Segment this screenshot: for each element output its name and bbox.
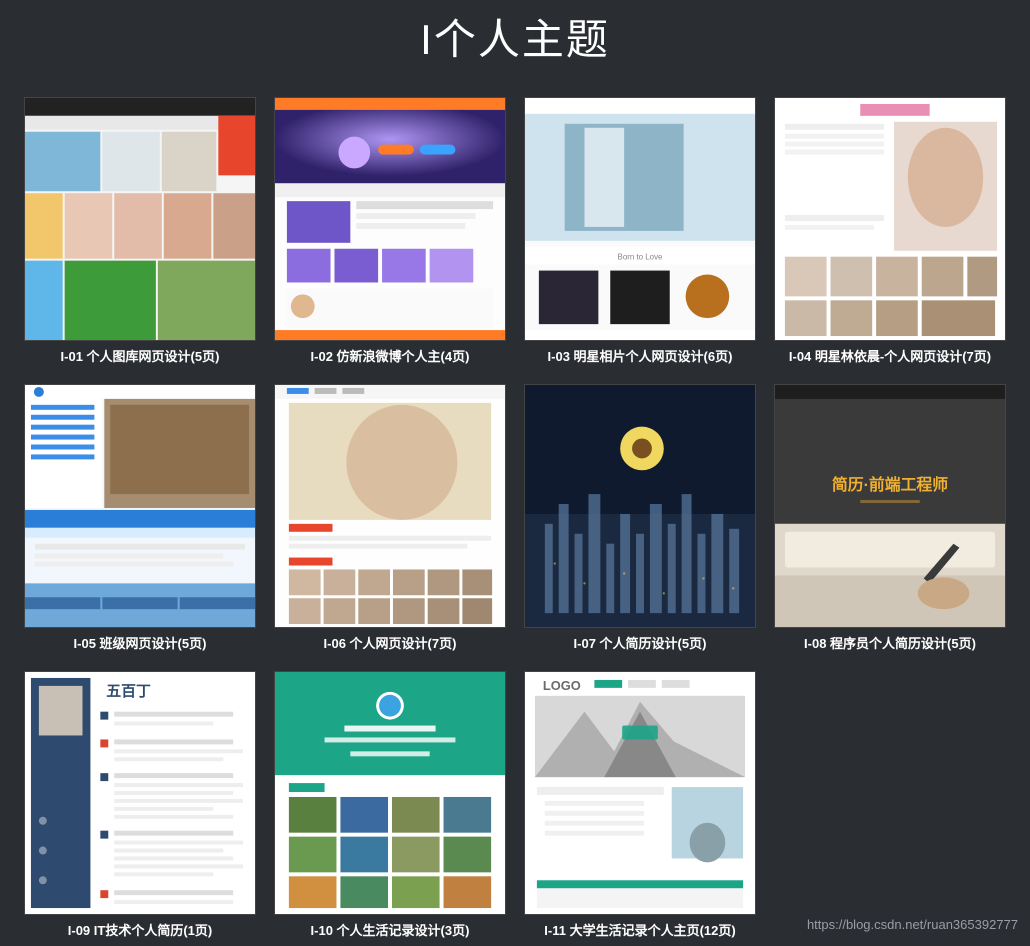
- card-label: I-01 个人图库网页设计(5页): [24, 341, 256, 366]
- card-label: I-02 仿新浪微博个人主(4页): [274, 341, 506, 366]
- template-card-i01[interactable]: I-01 个人图库网页设计(5页): [24, 97, 256, 366]
- thumbnail-i01: [24, 97, 256, 341]
- thumbnail-i04: [774, 97, 1006, 341]
- thumbnail-i07: [524, 384, 756, 628]
- thumbnail-i02: [274, 97, 506, 341]
- template-card-i11[interactable]: LOGO I-11 大学生活记录个人主页(12页): [524, 671, 756, 940]
- card-label: I-09 IT技术个人简历(1页): [24, 915, 256, 940]
- template-card-i08[interactable]: 简历·前端工程师 I-08 程序员个人简历设计(5页): [774, 384, 1006, 653]
- template-card-i03[interactable]: Born to Love I-03 明星相片个人网页设计(6页): [524, 97, 756, 366]
- template-card-i09[interactable]: 五百丁 I-09 IT技术: [24, 671, 256, 940]
- thumbnail-i03: Born to Love: [524, 97, 756, 341]
- card-label: I-08 程序员个人简历设计(5页): [774, 628, 1006, 653]
- card-label: I-04 明星林依晨-个人网页设计(7页): [774, 341, 1006, 366]
- template-card-i06[interactable]: I-06 个人网页设计(7页): [274, 384, 506, 653]
- card-label: I-03 明星相片个人网页设计(6页): [524, 341, 756, 366]
- card-label: I-11 大学生活记录个人主页(12页): [524, 915, 756, 940]
- card-label: I-07 个人简历设计(5页): [524, 628, 756, 653]
- template-card-i10[interactable]: I-10 个人生活记录设计(3页): [274, 671, 506, 940]
- template-card-i04[interactable]: I-04 明星林依晨-个人网页设计(7页): [774, 97, 1006, 366]
- template-card-i02[interactable]: I-02 仿新浪微博个人主(4页): [274, 97, 506, 366]
- template-card-i07[interactable]: I-07 个人简历设计(5页): [524, 384, 756, 653]
- thumbnail-i06: [274, 384, 506, 628]
- svg-text:Born to Love: Born to Love: [618, 253, 664, 262]
- thumbnail-i05: [24, 384, 256, 628]
- watermark: https://blog.csdn.net/ruan365392777: [807, 917, 1018, 932]
- resume-accent-text: 简历·前端工程师: [832, 475, 948, 494]
- card-label: I-06 个人网页设计(7页): [274, 628, 506, 653]
- card-label: I-10 个人生活记录设计(3页): [274, 915, 506, 940]
- svg-text:LOGO: LOGO: [543, 678, 581, 693]
- thumbnail-i11: LOGO: [524, 671, 756, 915]
- thumbnail-i09: 五百丁: [24, 671, 256, 915]
- card-label: I-05 班级网页设计(5页): [24, 628, 256, 653]
- thumbnail-i08: 简历·前端工程师: [774, 384, 1006, 628]
- resume-name-text: 五百丁: [106, 683, 151, 700]
- thumbnail-i10: [274, 671, 506, 915]
- template-grid: I-01 个人图库网页设计(5页): [0, 97, 1030, 940]
- template-card-i05[interactable]: I-05 班级网页设计(5页): [24, 384, 256, 653]
- page-title: I个人主题: [0, 0, 1030, 97]
